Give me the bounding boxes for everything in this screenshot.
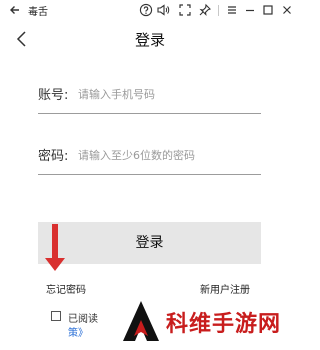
speaker-icon[interactable]	[156, 3, 170, 17]
title-bar-separator	[218, 5, 219, 16]
window-title: 毒舌	[28, 7, 48, 18]
account-label: 账号:	[38, 88, 69, 103]
password-underline	[38, 174, 261, 175]
agreement-checkbox[interactable]	[51, 311, 61, 321]
account-underline	[38, 113, 261, 114]
agreement-read-text: 已阅读	[68, 314, 98, 325]
watermark-logo-icon	[123, 301, 159, 341]
forgot-password-link[interactable]: 忘记密码	[46, 281, 86, 296]
login-button[interactable]: 登录	[38, 222, 261, 264]
pin-icon[interactable]	[198, 3, 212, 17]
close-icon[interactable]	[280, 3, 294, 17]
menu-icon[interactable]	[225, 3, 239, 17]
minimize-icon[interactable]	[243, 3, 257, 17]
window-title-bar: 毒舌	[0, 0, 300, 22]
maximize-icon[interactable]	[261, 3, 275, 17]
watermark-text: 科维手游网	[166, 312, 282, 337]
back-arrow-icon[interactable]	[7, 2, 23, 18]
page-title: 登录	[134, 31, 165, 49]
password-input[interactable]	[78, 147, 258, 163]
red-arrow-annotation	[45, 224, 65, 271]
fullscreen-icon[interactable]	[178, 3, 192, 17]
register-link[interactable]: 新用户注册	[200, 281, 250, 296]
account-input[interactable]	[78, 86, 258, 102]
privacy-policy-link[interactable]: 策》	[68, 324, 88, 339]
help-circle-icon[interactable]	[139, 3, 153, 17]
password-label: 密码:	[38, 149, 69, 164]
